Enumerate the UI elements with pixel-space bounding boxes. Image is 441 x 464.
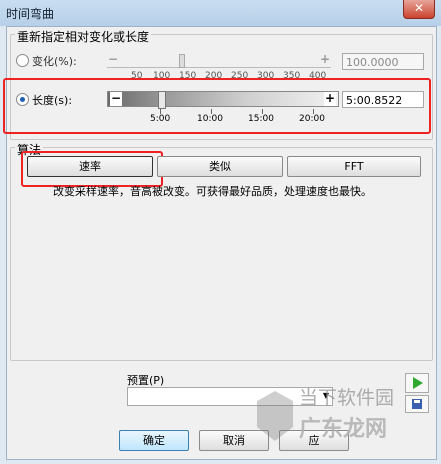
length-tick-label: 5:00 <box>150 114 171 124</box>
length-tick-label: 20:00 <box>299 114 325 124</box>
similar-button[interactable]: 类似 <box>157 156 283 177</box>
watermark-logo: 当下软件园 广东龙网 <box>255 379 425 459</box>
watermark-line1: 当下软件园 <box>299 387 395 409</box>
watermark-line2: 广东龙网 <box>299 417 388 442</box>
close-button[interactable]: ✕ <box>403 0 435 19</box>
length-tick-label: 15:00 <box>248 114 274 124</box>
retime-group-title: 重新指定相对变化或长度 <box>15 28 152 45</box>
window-title: 时间弯曲 <box>6 7 55 21</box>
ok-button[interactable]: 确定 <box>119 430 189 451</box>
dialog-body: 重新指定相对变化或长度 变化(%): − + 50 100 150 200 25… <box>3 26 437 460</box>
watermark-badge-icon <box>257 391 293 441</box>
change-slider[interactable]: − + <box>107 53 331 68</box>
length-slider[interactable]: − + <box>107 91 339 109</box>
change-slider-thumb[interactable] <box>179 54 185 68</box>
rate-button[interactable]: 速率 <box>27 156 153 177</box>
length-plus-button[interactable]: + <box>324 92 336 106</box>
length-value-field[interactable]: 5:00.8522 <box>342 91 424 108</box>
length-ticks: 5:00 10:00 15:00 20:00 <box>117 109 333 129</box>
change-plus-button[interactable]: + <box>319 53 331 67</box>
change-value-field[interactable]: 100.0000 <box>342 53 424 70</box>
length-tick-label: 10:00 <box>197 114 223 124</box>
length-radio[interactable] <box>16 93 29 106</box>
title-bar: 时间弯曲 ✕ <box>0 0 441 26</box>
preset-label: 预置(P) <box>127 374 165 387</box>
change-minus-button[interactable]: − <box>107 53 119 67</box>
length-label: 长度(s): <box>32 94 73 107</box>
change-label: 变化(%): <box>32 55 77 68</box>
length-slider-thumb[interactable] <box>158 91 166 109</box>
length-minus-button[interactable]: − <box>110 92 122 106</box>
change-radio[interactable] <box>16 54 29 67</box>
fft-button[interactable]: FFT <box>287 156 421 177</box>
algorithm-description: 改变采样速率，音高被改变。可获得最好品质，处理速度也最快。 <box>53 185 372 198</box>
